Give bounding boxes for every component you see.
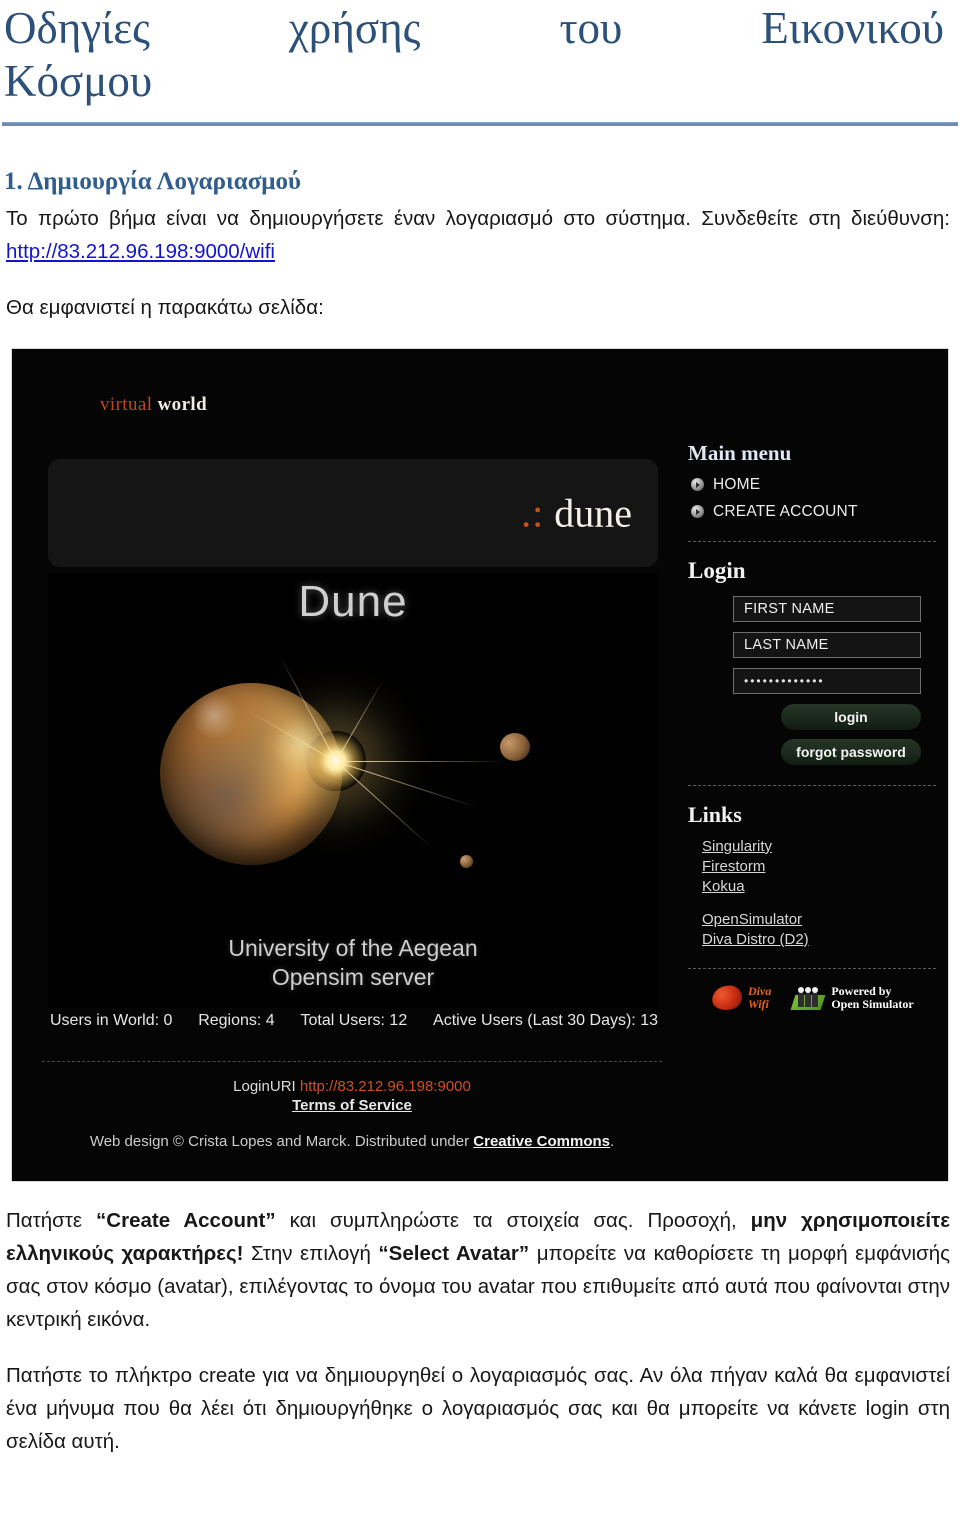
paragraph-page-appears: Θα εμφανιστεί η παρακάτω σελίδα:	[6, 295, 324, 319]
link-firestorm[interactable]: Firestorm	[702, 858, 936, 875]
document-page: Οδηγίες χρήσης του Εικονικού Κόσμου 1. Δ…	[0, 0, 960, 1522]
play-bullet-icon	[691, 478, 704, 492]
moon-small-graphic	[460, 854, 473, 868]
sidebar-divider	[688, 784, 936, 786]
credit-suffix: .	[610, 1132, 615, 1150]
title-divider	[2, 122, 958, 127]
logo-word-world: world	[157, 393, 208, 415]
hero-subtitle: University of the Aegean Opensim server	[48, 934, 658, 992]
opensimulator-icon-figure	[805, 986, 812, 1007]
logo-word-virtual: virtual	[100, 393, 153, 415]
sidebar-divider	[688, 967, 936, 969]
world-stats-bar: Users in World: 0 Regions: 4 Total Users…	[48, 1012, 660, 1030]
hero-title: Dune	[298, 576, 408, 626]
terms-of-service-link[interactable]: Terms of Service	[292, 1097, 412, 1114]
diva-badge-line-1: Diva	[748, 983, 772, 998]
footer-divider	[42, 1060, 662, 1063]
p3-segment-2: και συμπληρώστε τα στοιχεία σας. Προσοχή…	[275, 1208, 751, 1232]
paragraph-step-one-text: Το πρώτο βήμα είναι να δημιουργήσετε ένα…	[6, 207, 950, 231]
page-footer: LoginURI http://83.212.96.198:9000 Terms…	[42, 1060, 662, 1150]
virtual-world-logo[interactable]: virtual world	[100, 394, 207, 416]
stat-regions: Regions: 4	[198, 1011, 275, 1029]
link-opensimulator[interactable]: OpenSimulator	[702, 911, 936, 928]
diva-badge-line-2: Wifi	[748, 996, 769, 1011]
loginuri-label: LoginURI	[233, 1077, 300, 1095]
opensimulator-icon-figure	[812, 986, 819, 1007]
opensimulator-icon	[790, 986, 826, 1010]
opensim-badge-line-2: Open Simulator	[831, 996, 914, 1011]
document-title-line-2: Κόσμου	[4, 56, 153, 107]
forgot-password-button[interactable]: forgot password	[781, 738, 921, 765]
password-input[interactable]: •••••••••••••	[733, 667, 921, 694]
stat-total-users: Total Users: 12	[300, 1011, 408, 1029]
first-name-input[interactable]: FIRST NAME	[733, 595, 921, 622]
p3-bold-create-account: “Create Account”	[96, 1208, 276, 1232]
link-singularity[interactable]: Singularity	[702, 838, 936, 855]
menu-item-create-account-label: CREATE ACCOUNT	[713, 502, 858, 520]
last-name-input[interactable]: LAST NAME	[733, 631, 921, 658]
loginuri-value: http://83.212.96.198:9000	[299, 1077, 471, 1095]
loginuri-line: LoginURI http://83.212.96.198:9000	[42, 1078, 662, 1095]
paragraph-step-one: Το πρώτο βήμα είναι να δημιουργήσετε ένα…	[6, 202, 950, 268]
opensim-badge-line-1: Powered by	[831, 983, 892, 998]
dune-banner-text: .: dune	[521, 489, 632, 536]
link-kokua[interactable]: Kokua	[702, 878, 936, 895]
hero-planet-image: Dune University of the Aegean Opensim se…	[48, 572, 658, 1008]
banner-word-dune: dune	[554, 490, 632, 536]
creative-commons-link[interactable]: Creative Commons	[473, 1133, 610, 1150]
powered-by-label: Powered by Open Simulator	[831, 983, 914, 1011]
diva-wifi-badge[interactable]: Diva Wifi	[710, 983, 772, 1013]
wifi-url-link[interactable]: http://83.212.96.198:9000/wifi	[6, 240, 275, 263]
web-design-credit: Web design © Crista Lopes and Marck. Dis…	[42, 1133, 662, 1150]
screenshot-canvas: virtual world .: dune Dune University of…	[12, 348, 948, 1181]
stat-users-in-world: Users in World: 0	[50, 1011, 173, 1029]
document-title: Οδηγίες χρήσης του Εικονικού Κόσμου	[0, 0, 950, 108]
dune-banner-panel: .: dune	[48, 458, 658, 567]
diva-wifi-label: Diva Wifi	[748, 983, 772, 1011]
p3-bold-select-avatar: “Select Avatar”	[378, 1242, 530, 1265]
diva-wifi-icon	[710, 983, 744, 1013]
opensimulator-icon-figure	[798, 986, 805, 1007]
links-group-gap	[688, 898, 936, 911]
section-heading-create-account: 1. Δημιουργία Λογαριασμού	[4, 168, 301, 196]
sidebar-divider	[688, 540, 936, 542]
page-sidebar: Main menu HOME CREATE ACCOUNT Login FIRS…	[688, 440, 936, 1013]
sun-flare-graphic	[306, 730, 366, 791]
play-bullet-icon	[691, 505, 704, 519]
login-heading: Login	[688, 557, 746, 583]
hero-subtitle-line-1: University of the Aegean	[228, 935, 478, 962]
main-menu-heading: Main menu	[688, 440, 792, 465]
embedded-browser-screenshot: virtual world .: dune Dune University of…	[11, 347, 949, 1182]
moon-large-graphic	[500, 732, 530, 761]
paragraph-create-account-instructions: Πατήστε “Create Account” και συμπληρώστε…	[6, 1204, 950, 1337]
credit-prefix: Web design © Crista Lopes and Marck. Dis…	[89, 1132, 474, 1150]
document-title-line-1: Οδηγίες χρήσης του Εικονικού	[4, 3, 944, 53]
menu-item-create-account[interactable]: CREATE ACCOUNT	[691, 503, 936, 521]
stat-active-users: Active Users (Last 30 Days): 13	[433, 1011, 658, 1029]
powered-by-opensimulator-badge[interactable]: Powered by Open Simulator	[790, 983, 914, 1011]
sidebar-badges: Diva Wifi Powered by Open Simulator	[710, 983, 936, 1013]
p3-segment-3: Στην επιλογή	[243, 1242, 379, 1265]
p3-segment-1: Πατήστε	[6, 1208, 97, 1232]
links-heading: Links	[688, 801, 742, 827]
hero-subtitle-line-2: Opensim server	[271, 964, 435, 991]
menu-item-home[interactable]: HOME	[691, 476, 936, 494]
banner-dots-glyph: .:	[521, 490, 545, 536]
menu-item-home-label: HOME	[713, 475, 761, 493]
paragraph-create-result: Πατήστε το πλήκτρο create για να δημιουρ…	[6, 1363, 950, 1454]
login-button[interactable]: login	[781, 703, 921, 730]
link-diva-distro[interactable]: Diva Distro (D2)	[702, 931, 936, 948]
